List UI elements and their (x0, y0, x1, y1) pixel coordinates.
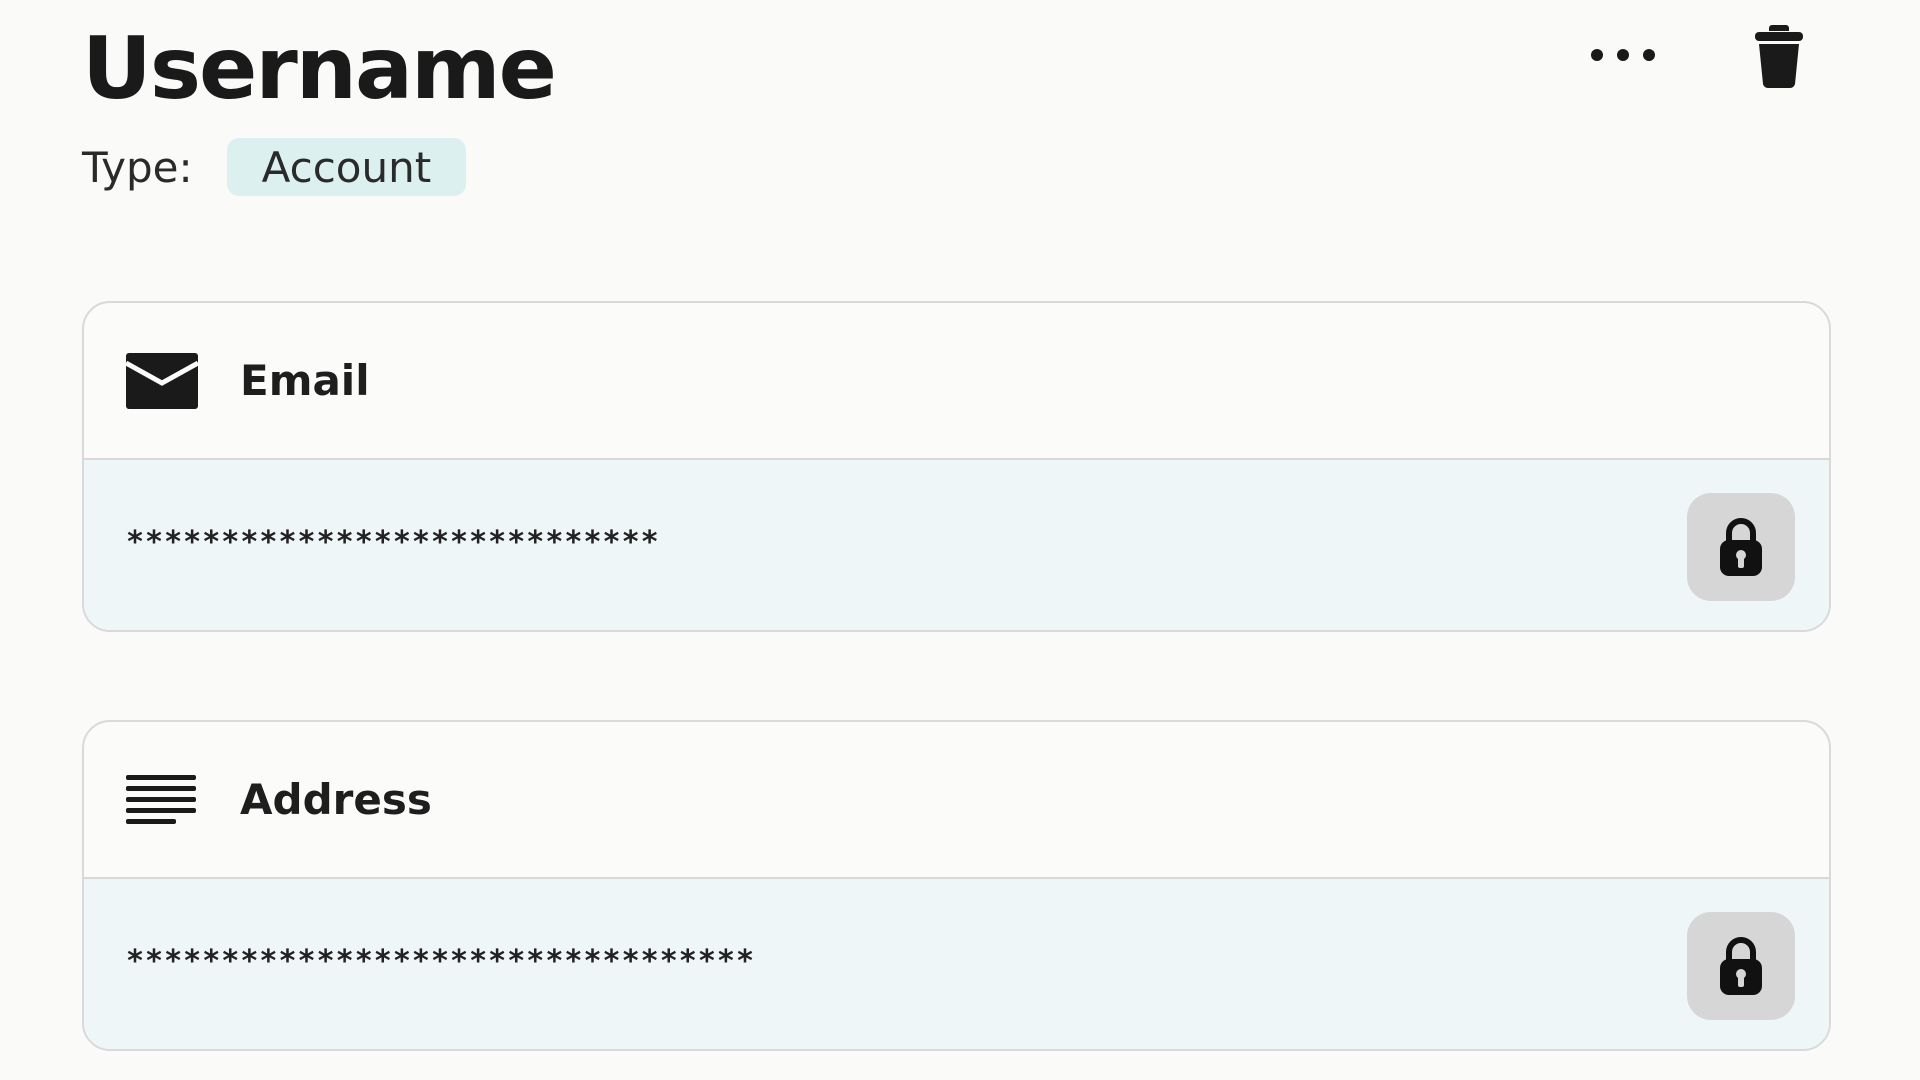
envelope-icon (126, 352, 200, 410)
trash-icon (1755, 25, 1803, 89)
address-field-body: ********************************* (84, 879, 1829, 1049)
address-field-header: Address (84, 722, 1829, 879)
text-lines-icon (126, 771, 200, 829)
lock-icon (1720, 518, 1762, 576)
email-field-body: **************************** (84, 460, 1829, 630)
address-field-card: Address ********************************… (82, 720, 1831, 1051)
address-field-label: Address (240, 775, 432, 824)
delete-button[interactable] (1744, 18, 1814, 94)
email-field-header: Email (84, 303, 1829, 460)
address-masked-value[interactable]: ********************************* (126, 944, 755, 979)
address-lock-button[interactable] (1687, 912, 1795, 1020)
more-options-button[interactable] (1580, 32, 1666, 78)
lock-icon (1720, 937, 1762, 995)
type-label: Type: (82, 142, 193, 192)
type-row: Type: Account (82, 138, 467, 196)
type-badge[interactable]: Account (226, 138, 467, 196)
email-masked-value[interactable]: **************************** (126, 525, 660, 560)
page-title: Username (82, 19, 557, 119)
email-lock-button[interactable] (1687, 493, 1795, 601)
email-field-card: Email **************************** (82, 301, 1831, 632)
item-detail-page: Username Type: Account Email ***********… (0, 0, 1920, 1080)
email-field-label: Email (240, 356, 370, 405)
more-horizontal-icon (1591, 49, 1655, 61)
